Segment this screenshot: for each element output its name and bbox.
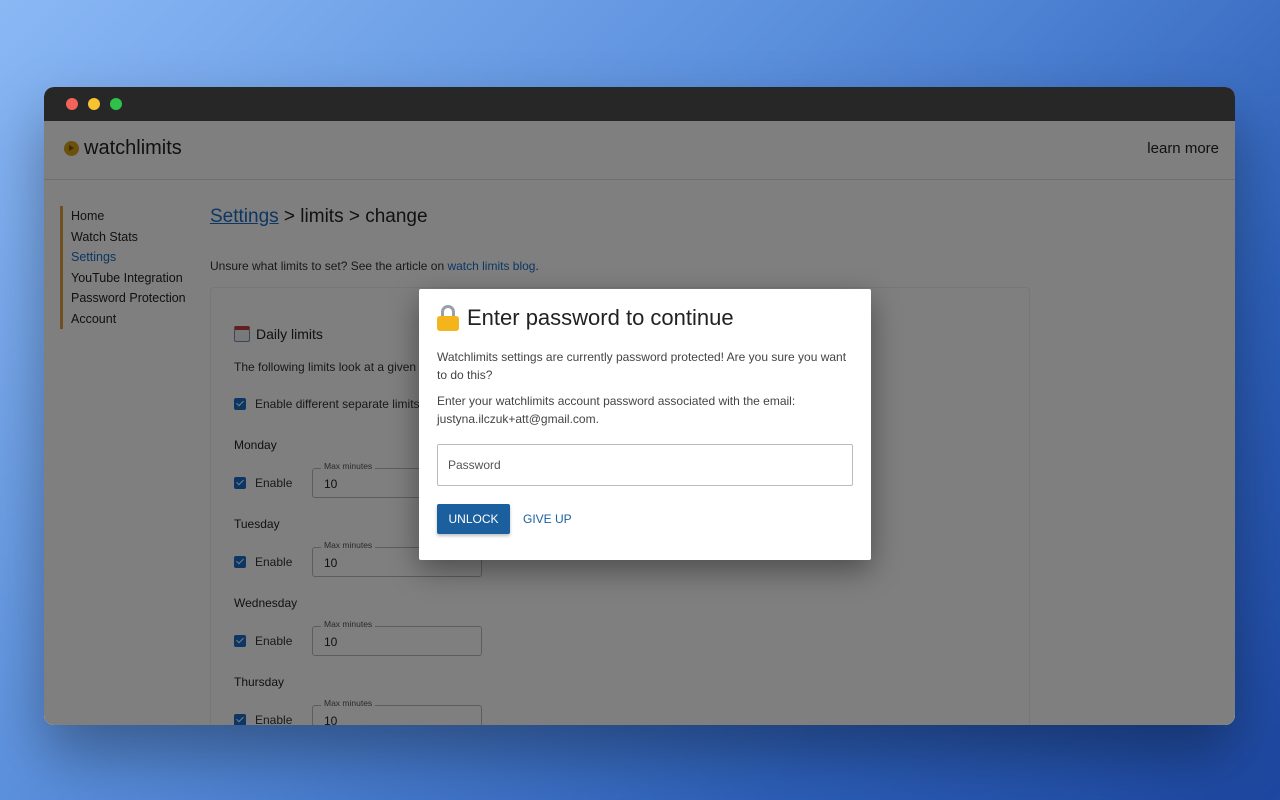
modal-title-text: Enter password to continue (467, 305, 734, 330)
password-input[interactable] (437, 444, 853, 486)
unlock-button[interactable]: UNLOCK (437, 504, 510, 534)
lock-icon (437, 305, 459, 331)
close-window-icon[interactable] (66, 98, 78, 110)
give-up-button[interactable]: GIVE UP (517, 504, 578, 534)
modal-title: Enter password to continue (437, 305, 734, 331)
password-modal: Enter password to continue Watchlimits s… (419, 289, 871, 560)
maximize-window-icon[interactable] (110, 98, 122, 110)
window-titlebar (44, 87, 1235, 121)
modal-email-text: Enter your watchlimits account password … (437, 394, 796, 426)
modal-warning-text: Watchlimits settings are currently passw… (437, 350, 847, 382)
minimize-window-icon[interactable] (88, 98, 100, 110)
